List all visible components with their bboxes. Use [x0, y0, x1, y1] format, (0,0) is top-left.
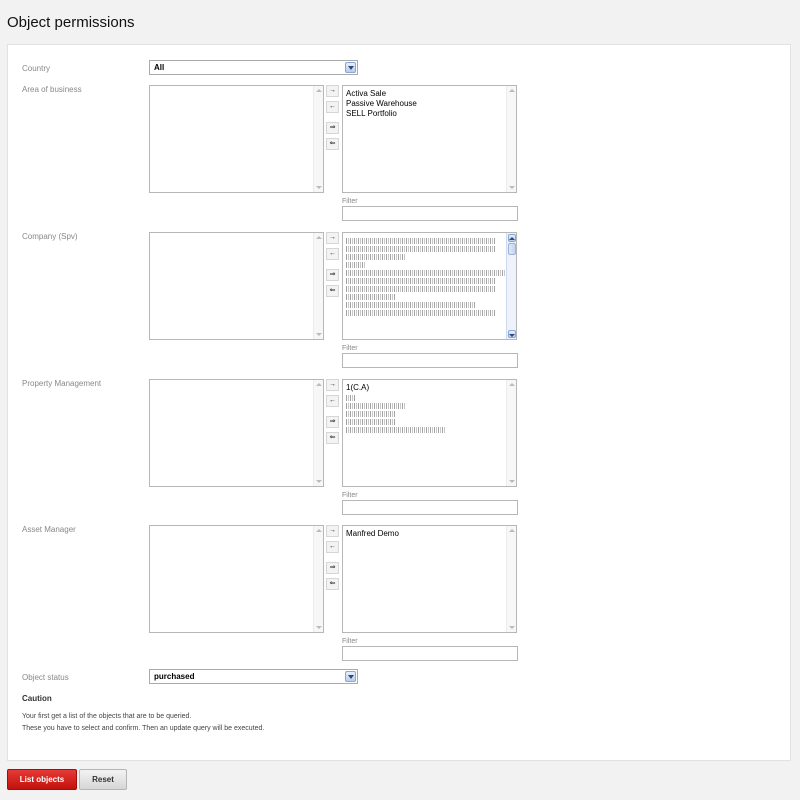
- scroll-down-icon[interactable]: [315, 330, 323, 338]
- filter-label: Filter: [342, 198, 358, 205]
- scroll-down-icon[interactable]: [315, 477, 323, 485]
- list-item[interactable]: Manfred Demo: [346, 529, 504, 539]
- redacted-list-item[interactable]: [346, 262, 366, 268]
- add-all-button[interactable]: ⇒: [326, 269, 339, 281]
- scroll-up-icon[interactable]: [508, 234, 516, 242]
- object-status-select-value: purchased: [154, 672, 195, 681]
- remove-selected-button[interactable]: ←: [326, 541, 339, 553]
- redacted-list-item[interactable]: [346, 246, 496, 252]
- list-item[interactable]: 1(C.A): [346, 383, 504, 393]
- remove-all-button[interactable]: ⇐: [326, 285, 339, 297]
- country-select-value: All: [154, 63, 165, 72]
- scroll-down-icon[interactable]: [508, 183, 516, 191]
- scroll-up-icon[interactable]: [508, 87, 516, 95]
- object-status-select[interactable]: purchased: [149, 669, 358, 684]
- area-of-business-filter-input[interactable]: [342, 206, 518, 221]
- caution-text-line-1: Your first get a list of the objects tha…: [22, 713, 192, 720]
- redacted-list-item[interactable]: [346, 302, 476, 308]
- company-filter-input[interactable]: [342, 353, 518, 368]
- list-objects-button[interactable]: List objects: [7, 769, 77, 790]
- remove-selected-button[interactable]: ←: [326, 248, 339, 260]
- chevron-down-icon[interactable]: [345, 671, 356, 682]
- company-label: Company (Spv): [22, 232, 78, 241]
- filter-label: Filter: [342, 492, 358, 499]
- property-management-available-list[interactable]: [149, 379, 324, 487]
- scrollbar[interactable]: [313, 86, 323, 192]
- remove-all-button[interactable]: ⇐: [326, 578, 339, 590]
- redacted-list-item[interactable]: [346, 254, 406, 260]
- area-of-business-label: Area of business: [22, 85, 82, 94]
- list-item[interactable]: Activa Sale: [346, 89, 504, 99]
- scroll-down-icon[interactable]: [315, 623, 323, 631]
- scroll-up-icon[interactable]: [315, 234, 323, 242]
- permissions-panel: Country All Area of business → ← ⇒ ⇐ Act…: [7, 44, 791, 761]
- area-of-business-selected-list[interactable]: Activa Sale Passive Warehouse SELL Portf…: [342, 85, 517, 193]
- add-selected-button[interactable]: →: [326, 85, 339, 97]
- scroll-thumb[interactable]: [508, 243, 516, 255]
- redacted-list-item[interactable]: [346, 403, 406, 409]
- scrollbar[interactable]: [506, 86, 516, 192]
- property-management-filter-input[interactable]: [342, 500, 518, 515]
- page-title: Object permissions: [7, 14, 135, 31]
- add-selected-button[interactable]: →: [326, 232, 339, 244]
- scroll-up-icon[interactable]: [508, 381, 516, 389]
- scroll-down-icon[interactable]: [508, 330, 516, 338]
- redacted-list-item[interactable]: [346, 278, 496, 284]
- redacted-list-item[interactable]: [346, 310, 496, 316]
- redacted-list-item[interactable]: [346, 238, 496, 244]
- list-item[interactable]: SELL Portfolio: [346, 109, 504, 119]
- scrollbar[interactable]: [313, 380, 323, 486]
- property-management-label: Property Management: [22, 379, 102, 388]
- asset-manager-label: Asset Manager: [22, 525, 76, 534]
- scroll-down-icon[interactable]: [508, 623, 516, 631]
- scroll-up-icon[interactable]: [315, 381, 323, 389]
- asset-manager-available-list[interactable]: [149, 525, 324, 633]
- country-label: Country: [22, 64, 51, 73]
- add-all-button[interactable]: ⇒: [326, 122, 339, 134]
- redacted-list-item[interactable]: [346, 427, 446, 433]
- scrollbar[interactable]: [313, 233, 323, 339]
- scroll-up-icon[interactable]: [508, 527, 516, 535]
- scrollbar[interactable]: [313, 526, 323, 632]
- redacted-list-item[interactable]: [346, 395, 356, 401]
- redacted-list-item[interactable]: [346, 294, 396, 300]
- company-available-list[interactable]: [149, 232, 324, 340]
- redacted-list-item[interactable]: [346, 270, 506, 276]
- caution-title: Caution: [22, 694, 52, 703]
- filter-label: Filter: [342, 345, 358, 352]
- asset-manager-selected-list[interactable]: Manfred Demo: [342, 525, 517, 633]
- add-all-button[interactable]: ⇒: [326, 416, 339, 428]
- chevron-down-icon[interactable]: [345, 62, 356, 73]
- add-selected-button[interactable]: →: [326, 525, 339, 537]
- scrollbar[interactable]: [506, 380, 516, 486]
- property-management-selected-list[interactable]: 1(C.A): [342, 379, 517, 487]
- list-item[interactable]: Passive Warehouse: [346, 99, 504, 109]
- remove-all-button[interactable]: ⇐: [326, 432, 339, 444]
- asset-manager-filter-input[interactable]: [342, 646, 518, 661]
- company-selected-list[interactable]: [342, 232, 517, 340]
- scroll-down-icon[interactable]: [315, 183, 323, 191]
- scroll-down-icon[interactable]: [508, 477, 516, 485]
- scroll-up-icon[interactable]: [315, 87, 323, 95]
- country-select[interactable]: All: [149, 60, 358, 75]
- scrollbar[interactable]: [506, 526, 516, 632]
- scroll-up-icon[interactable]: [315, 527, 323, 535]
- add-selected-button[interactable]: →: [326, 379, 339, 391]
- redacted-list-item[interactable]: [346, 419, 396, 425]
- redacted-list-item[interactable]: [346, 286, 496, 292]
- scrollbar[interactable]: [506, 233, 516, 339]
- remove-selected-button[interactable]: ←: [326, 101, 339, 113]
- remove-selected-button[interactable]: ←: [326, 395, 339, 407]
- object-status-label: Object status: [22, 673, 69, 682]
- add-all-button[interactable]: ⇒: [326, 562, 339, 574]
- caution-text-line-2: These you have to select and confirm. Th…: [22, 725, 265, 732]
- redacted-list-item[interactable]: [346, 411, 396, 417]
- remove-all-button[interactable]: ⇐: [326, 138, 339, 150]
- area-of-business-available-list[interactable]: [149, 85, 324, 193]
- reset-button[interactable]: Reset: [79, 769, 127, 790]
- filter-label: Filter: [342, 638, 358, 645]
